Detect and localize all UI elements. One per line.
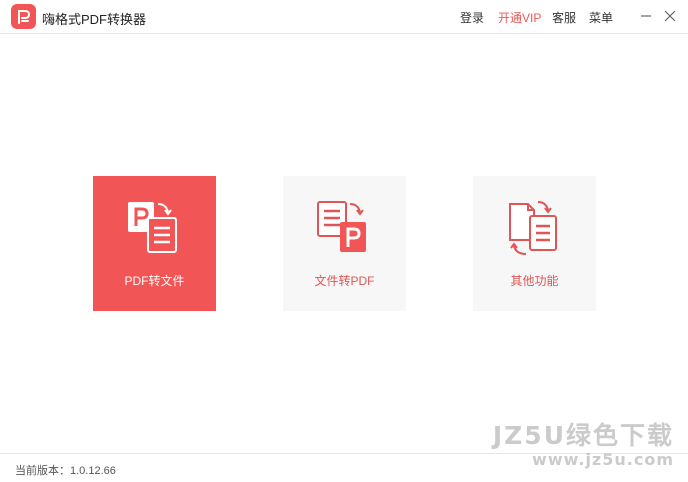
close-icon[interactable]: [662, 8, 678, 24]
other-functions-card[interactable]: 其他功能: [473, 176, 596, 311]
file-to-pdf-card[interactable]: 文件转PDF: [283, 176, 406, 311]
other-functions-icon: [509, 201, 557, 255]
pdf-to-file-icon: [128, 202, 177, 253]
file-to-pdf-icon: [317, 201, 366, 252]
pdf-to-file-label: PDF转文件: [124, 274, 185, 288]
file-to-pdf-label: 文件转PDF: [314, 274, 375, 288]
pdf-logo-icon: [11, 4, 36, 29]
status-bar: 当前版本：1.0.12.66: [0, 453, 688, 482]
menu-link[interactable]: 菜单: [589, 9, 613, 26]
login-link[interactable]: 登录: [460, 9, 484, 26]
minimize-icon[interactable]: [638, 8, 654, 24]
other-functions-label: 其他功能: [510, 274, 559, 288]
customer-service-link[interactable]: 客服: [552, 9, 576, 26]
vip-link[interactable]: 开通VIP: [498, 9, 541, 26]
title-bar: 嗨格式PDF转换器 登录 开通VIP 客服 菜单: [0, 0, 688, 34]
app-title: 嗨格式PDF转换器: [42, 12, 147, 27]
version-text: 当前版本：1.0.12.66: [15, 465, 116, 477]
main-content: PDF转文件 文件转PDF 其他功能: [0, 35, 688, 453]
pdf-to-file-card[interactable]: PDF转文件: [93, 176, 216, 311]
